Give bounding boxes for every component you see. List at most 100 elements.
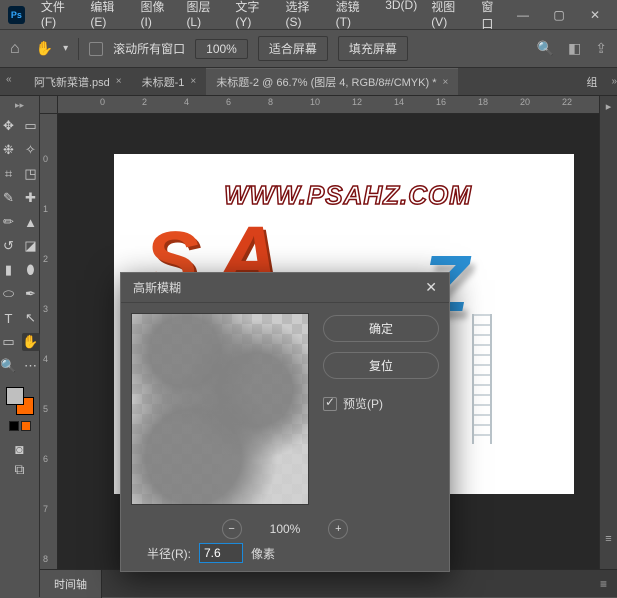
tool-preset-chevron-icon[interactable]: ▾ <box>63 43 68 54</box>
ok-button[interactable]: 确定 <box>323 315 439 342</box>
toolbox: ▸▸ ✥ ▭ ❉ ✧ ⌗ ◳ ✎ ✚ ✏ ▲ ↺ ◪ ▮ ⬮ ⬭ ✒ T ↖ ▭… <box>0 96 40 597</box>
panel-group-label[interactable]: 组 <box>586 74 605 90</box>
ruler-tick: 4 <box>43 354 48 364</box>
window-controls: — ▢ ✕ <box>509 5 609 25</box>
menu-window[interactable]: 窗口 <box>475 0 509 35</box>
pen-tool-icon[interactable]: ✒ <box>22 285 40 303</box>
fill-screen-button[interactable]: 填充屏幕 <box>338 36 408 61</box>
toolbox-grip-icon[interactable]: ▸▸ <box>15 100 24 111</box>
menu-edit[interactable]: 编辑(E) <box>84 0 132 35</box>
menu-filter[interactable]: 滤镜(T) <box>330 0 378 35</box>
tab-doc-2[interactable]: 未标题-1× <box>132 69 207 95</box>
close-window-button[interactable]: ✕ <box>581 5 609 25</box>
timeline-tab[interactable]: 时间轴 <box>40 570 102 598</box>
maximize-button[interactable]: ▢ <box>545 5 573 25</box>
share-icon[interactable]: ⇪ <box>595 40 607 57</box>
crop-tool-icon[interactable]: ⌗ <box>0 165 18 183</box>
zoom-in-button[interactable]: + <box>328 519 348 539</box>
preview-label: 预览(P) <box>343 395 383 412</box>
move-tool-icon[interactable]: ✥ <box>0 117 18 135</box>
panel-options-icon[interactable]: ≡ <box>600 577 617 591</box>
app-icon: Ps <box>8 6 25 24</box>
preview-zoom-value: 100% <box>270 522 301 536</box>
ruler-tick: 10 <box>310 97 320 107</box>
ruler-tick: 6 <box>43 454 48 464</box>
ruler-tick: 2 <box>43 254 48 264</box>
foreground-color-swatch[interactable] <box>6 387 24 405</box>
collapse-chevron-icon[interactable]: « <box>6 74 12 85</box>
menu-3d[interactable]: 3D(D) <box>379 0 423 35</box>
ruler-origin[interactable] <box>40 96 58 114</box>
search-icon[interactable]: 🔍 <box>537 40 554 57</box>
eyedropper-tool-icon[interactable]: ✎ <box>0 189 18 207</box>
expand-chevron-icon[interactable]: ▸ <box>606 100 612 113</box>
ruler-tick: 14 <box>394 97 404 107</box>
type-tool-icon[interactable]: T <box>0 309 18 327</box>
bottom-panel: 时间轴 ≡ <box>40 569 617 597</box>
color-swatches[interactable] <box>6 387 34 415</box>
radius-input[interactable] <box>199 543 243 563</box>
hand-tool-icon[interactable]: ✋ <box>22 333 40 351</box>
path-tool-icon[interactable]: ↖ <box>22 309 40 327</box>
menu-view[interactable]: 视图(V) <box>425 0 473 35</box>
ladder-graphic <box>472 314 492 444</box>
scroll-all-checkbox[interactable] <box>89 42 103 56</box>
reset-button[interactable]: 复位 <box>323 352 439 379</box>
menu-image[interactable]: 图像(I) <box>135 0 179 35</box>
tab-doc-1[interactable]: 阿飞新菜谱.psd× <box>24 69 132 95</box>
divider <box>78 38 79 60</box>
quickmask-icon[interactable]: ◙ <box>15 441 23 457</box>
mini-swatches <box>9 421 31 431</box>
lasso-tool-icon[interactable]: ❉ <box>0 141 18 159</box>
mini-swatch-orange[interactable] <box>21 421 31 431</box>
close-icon[interactable]: × <box>443 77 449 88</box>
preview-thumbnail[interactable] <box>131 313 309 505</box>
eraser-tool-icon[interactable]: ◪ <box>22 237 40 255</box>
close-icon[interactable]: × <box>116 76 122 87</box>
slice-tool-icon[interactable]: ◳ <box>22 165 40 183</box>
menu-file[interactable]: 文件(F) <box>35 0 83 35</box>
brush-tool-icon[interactable]: ✏ <box>0 213 18 231</box>
edit-toolbar-icon[interactable]: ⋯ <box>22 357 40 375</box>
menu-select[interactable]: 选择(S) <box>280 0 328 35</box>
zoom-level-field[interactable]: 100% <box>195 39 248 59</box>
options-right-icons: 🔍 ◧ ⇪ <box>537 40 607 57</box>
mini-swatch-black[interactable] <box>9 421 19 431</box>
zoom-out-button[interactable]: − <box>222 519 242 539</box>
zoom-tool-icon[interactable]: 🔍 <box>0 357 18 375</box>
ruler-horizontal[interactable]: 0 2 4 6 8 10 12 14 16 18 20 22 24 <box>58 96 599 114</box>
close-icon[interactable]: ✕ <box>425 279 437 296</box>
blur-tool-icon[interactable]: ⬮ <box>22 261 40 279</box>
screenmode-icon[interactable]: ⧉ <box>15 461 25 478</box>
gradient-tool-icon[interactable]: ▮ <box>0 261 18 279</box>
gaussian-blur-dialog: 高斯模糊 ✕ 确定 复位 预览(P) − 100% + 半径(R): 像素 <box>120 272 450 572</box>
menu-layer[interactable]: 图层(L) <box>180 0 227 35</box>
pixels-label: 像素 <box>251 545 275 562</box>
ruler-tick: 0 <box>100 97 105 107</box>
overflow-chevron-icon[interactable]: » <box>611 76 617 87</box>
tab-doc-active[interactable]: 未标题-2 @ 66.7% (图层 4, RGB/8#/CMYK) *× <box>206 68 458 95</box>
home-icon[interactable]: ⌂ <box>10 40 20 58</box>
shape-tool-icon[interactable]: ▭ <box>0 333 18 351</box>
healing-tool-icon[interactable]: ✚ <box>22 189 40 207</box>
scroll-all-label: 滚动所有窗口 <box>113 40 185 57</box>
hand-tool-icon[interactable]: ✋ <box>36 40 53 57</box>
radius-label: 半径(R): <box>147 545 191 562</box>
ruler-tick: 6 <box>226 97 231 107</box>
stamp-tool-icon[interactable]: ▲ <box>22 213 40 231</box>
preview-zoom-controls: − 100% + <box>121 519 449 539</box>
history-brush-icon[interactable]: ↺ <box>0 237 18 255</box>
close-icon[interactable]: × <box>190 76 196 87</box>
dialog-titlebar[interactable]: 高斯模糊 ✕ <box>121 273 449 303</box>
preview-checkbox[interactable] <box>323 397 337 411</box>
ruler-tick: 7 <box>43 504 48 514</box>
workspace-icon[interactable]: ◧ <box>568 40 581 57</box>
marquee-tool-icon[interactable]: ▭ <box>22 117 40 135</box>
wand-tool-icon[interactable]: ✧ <box>22 141 40 159</box>
panel-menu-icon[interactable]: ≡ <box>605 533 611 545</box>
minimize-button[interactable]: — <box>509 5 537 25</box>
fit-screen-button[interactable]: 适合屏幕 <box>258 36 328 61</box>
dodge-tool-icon[interactable]: ⬭ <box>0 285 18 303</box>
ruler-vertical[interactable]: 0 1 2 3 4 5 6 7 8 <box>40 114 58 597</box>
menu-type[interactable]: 文字(Y) <box>229 0 277 35</box>
